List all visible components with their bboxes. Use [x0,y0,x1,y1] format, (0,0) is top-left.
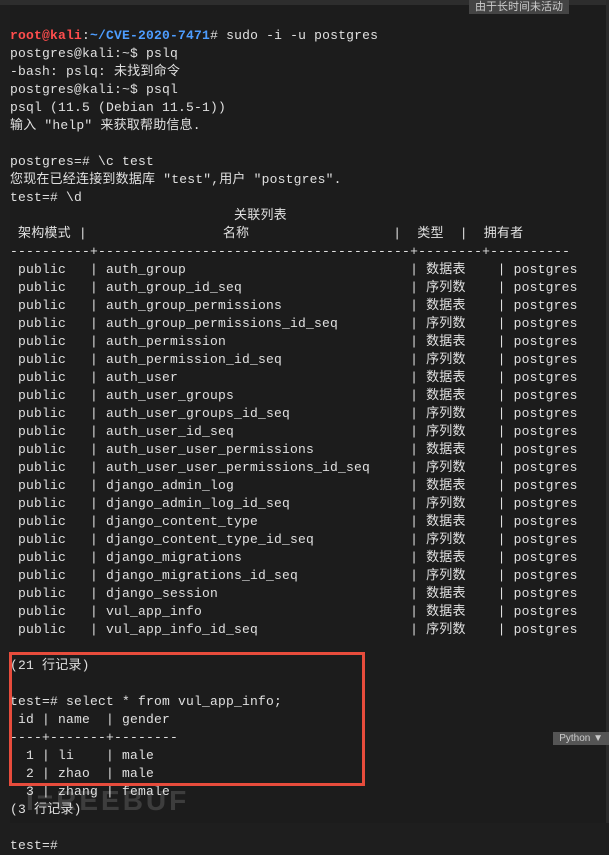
table-row: public | auth_group_permissions | 数据表 | … [10,298,578,313]
language-indicator[interactable]: Python ▼ [553,732,609,745]
table-row: public | auth_group | 数据表 | postgres [10,262,578,277]
table-row: public | auth_group_permissions_id_seq |… [10,316,578,331]
query-row: 2 | zhao | male [10,766,154,781]
table-divider: ----------+-----------------------------… [10,244,570,259]
terminal-output[interactable]: root@kali:~/CVE-2020-7471# sudo -i -u po… [10,5,609,823]
inactivity-hint: 由于长时间未活动 [469,0,569,14]
table-row: public | auth_user_user_permissions | 数据… [10,442,578,457]
prompt-path: ~/CVE-2020-7471 [90,28,210,43]
table-row: public | django_migrations | 数据表 | postg… [10,550,578,565]
prompt-user-host: root@kali [10,28,82,43]
line-psql: postgres@kali:~$ psql [10,82,178,97]
table-title: 关联列表 [10,208,287,223]
cmd-sudo: sudo -i -u postgres [226,28,378,43]
table-row: public | django_session | 数据表 | postgres [10,586,578,601]
table-row: public | vul_app_info | 数据表 | postgres [10,604,578,619]
table-row: public | django_content_type | 数据表 | pos… [10,514,578,529]
table-row: public | django_admin_log_id_seq | 序列数 |… [10,496,578,511]
line-connected: 您现在已经连接到数据库 "test",用户 "postgres". [10,172,342,187]
table-row: public | auth_user_user_permissions_id_s… [10,460,578,475]
query-row: 3 | zhang | female [10,784,170,799]
query-row: 1 | li | male [10,748,154,763]
line-describe: test=# \d [10,190,82,205]
query-header: id | name | gender [10,712,170,727]
record-count: (21 行记录) [10,658,90,673]
table-row: public | auth_permission_id_seq | 序列数 | … [10,352,578,367]
line-help: 输入 "help" 来获取帮助信息. [10,118,201,133]
table-row: public | auth_group_id_seq | 序列数 | postg… [10,280,578,295]
query-divider: ----+-------+-------- [10,730,178,745]
table-row: public | auth_user_groups_id_seq | 序列数 |… [10,406,578,421]
table-row: public | auth_user | 数据表 | postgres [10,370,578,385]
line-pslq: postgres@kali:~$ pslq [10,46,178,61]
table-row: public | auth_permission | 数据表 | postgre… [10,334,578,349]
query-line: test=# select * from vul_app_info; [10,694,282,709]
line-not-found: -bash: pslq: 未找到命令 [10,64,180,79]
query-count: (3 行记录) [10,802,82,817]
final-prompt[interactable]: test=# [10,838,66,853]
table-row: public | auth_user_groups | 数据表 | postgr… [10,388,578,403]
table-row: public | auth_user_id_seq | 序列数 | postgr… [10,424,578,439]
table-row: public | django_admin_log | 数据表 | postgr… [10,478,578,493]
line-version: psql (11.5 (Debian 11.5-1)) [10,100,226,115]
table-row: public | vul_app_info_id_seq | 序列数 | pos… [10,622,578,637]
table-row: public | django_migrations_id_seq | 序列数 … [10,568,578,583]
line-connect: postgres=# \c test [10,154,154,169]
table-header: 架构模式 | 名称 | 类型 | 拥有者 [10,226,523,241]
table-row: public | django_content_type_id_seq | 序列… [10,532,578,547]
